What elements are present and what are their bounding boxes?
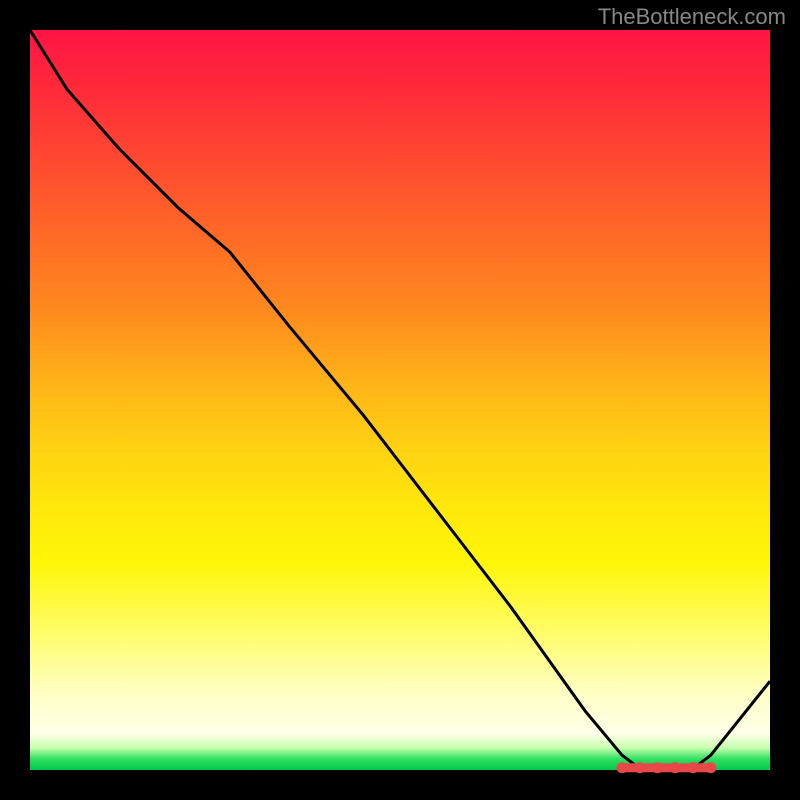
- watermark-text: TheBottleneck.com: [598, 4, 786, 30]
- plot-area: [30, 30, 770, 770]
- chart-svg: [30, 30, 770, 770]
- optimal-range-marker: [617, 762, 717, 773]
- chart-frame: TheBottleneck.com: [0, 0, 800, 800]
- line-curve: [30, 30, 770, 768]
